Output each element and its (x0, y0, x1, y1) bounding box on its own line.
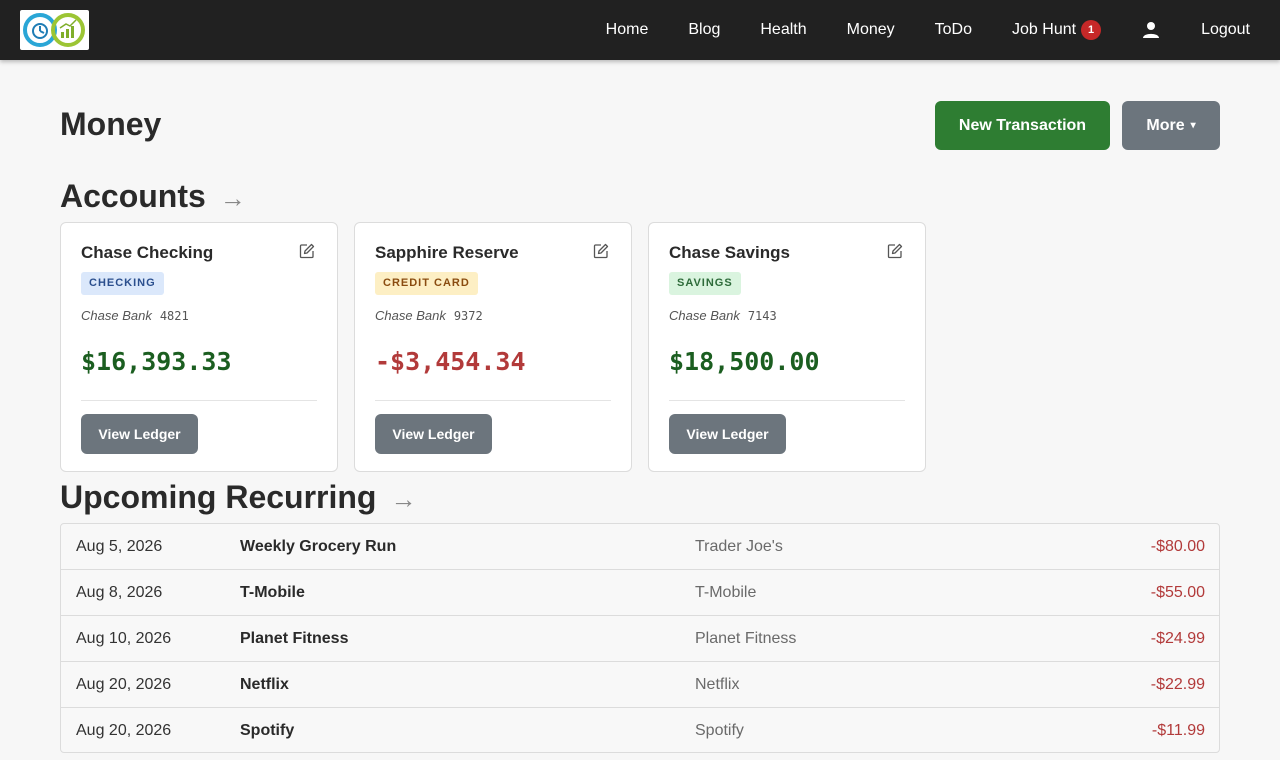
recurring-row[interactable]: Aug 20, 2026 Netflix Netflix -$22.99 (61, 662, 1219, 708)
recurring-amount: -$80.00 (1150, 538, 1205, 555)
nav-job-hunt[interactable]: Job Hunt 1 (992, 0, 1121, 60)
bank-info: Chase Bank 9372 (375, 308, 483, 323)
nav-blog[interactable]: Blog (668, 0, 740, 60)
edit-icon[interactable] (299, 243, 315, 259)
recurring-amount: -$22.99 (1150, 676, 1205, 693)
recurring-date: Aug 8, 2026 (76, 584, 163, 601)
bank-name: Chase Bank (375, 308, 446, 323)
account-balance: -$3,454.34 (375, 347, 526, 376)
recurring-title: Upcoming Recurring (60, 479, 377, 515)
account-card: Chase Checking CHECKING Chase Bank 4821 $… (60, 222, 338, 472)
nav-logout[interactable]: Logout (1181, 0, 1280, 60)
account-type-badge: CREDIT CARD (375, 272, 478, 295)
account-type-badge: SAVINGS (669, 272, 741, 295)
nav-money[interactable]: Money (827, 0, 915, 60)
user-icon[interactable] (1121, 0, 1181, 60)
account-card: Chase Savings SAVINGS Chase Bank 7143 $18… (648, 222, 926, 472)
edit-icon[interactable] (887, 243, 903, 259)
recurring-list: Aug 5, 2026 Weekly Grocery Run Trader Jo… (60, 523, 1220, 753)
nav-home[interactable]: Home (586, 0, 669, 60)
recurring-amount: -$11.99 (1151, 722, 1205, 739)
recurring-amount: -$55.00 (1150, 584, 1205, 601)
card-divider (375, 400, 611, 401)
view-ledger-button[interactable]: View Ledger (375, 414, 492, 454)
chevron-down-icon: ▾ (1190, 120, 1196, 131)
accounts-heading: Accounts → (60, 178, 246, 215)
more-button[interactable]: More ▾ (1122, 101, 1220, 150)
recurring-payee: Netflix (695, 676, 740, 693)
account-number: 4821 (159, 309, 189, 323)
account-name: Sapphire Reserve (375, 243, 519, 262)
recurring-date: Aug 5, 2026 (76, 538, 163, 555)
recurring-payee: Planet Fitness (695, 630, 797, 647)
recurring-name: Weekly Grocery Run (240, 538, 397, 555)
arrow-right-icon[interactable]: → (220, 183, 246, 214)
recurring-payee: Trader Joe's (695, 538, 783, 555)
recurring-date: Aug 10, 2026 (76, 630, 172, 647)
recurring-date: Aug 20, 2026 (76, 722, 172, 739)
card-divider (81, 400, 317, 401)
recurring-name: Spotify (240, 722, 295, 739)
account-balance: $16,393.33 (81, 347, 232, 376)
recurring-payee: Spotify (695, 722, 744, 739)
recurring-row[interactable]: Aug 5, 2026 Weekly Grocery Run Trader Jo… (61, 524, 1219, 570)
more-button-label: More (1146, 116, 1185, 134)
view-ledger-button[interactable]: View Ledger (669, 414, 786, 454)
view-ledger-button[interactable]: View Ledger (81, 414, 198, 454)
bank-info: Chase Bank 4821 (81, 308, 189, 323)
recurring-name: Netflix (240, 676, 289, 693)
nav-job-hunt-label: Job Hunt (1012, 21, 1077, 38)
recurring-amount: -$24.99 (1150, 630, 1205, 647)
recurring-name: T-Mobile (240, 584, 305, 601)
accounts-title: Accounts (60, 178, 206, 214)
recurring-date: Aug 20, 2026 (76, 676, 172, 693)
account-balance: $18,500.00 (669, 347, 820, 376)
nav-todo[interactable]: ToDo (915, 0, 992, 60)
edit-icon[interactable] (593, 243, 609, 259)
bank-name: Chase Bank (81, 308, 152, 323)
recurring-name: Planet Fitness (240, 630, 349, 647)
nav-health[interactable]: Health (740, 0, 826, 60)
account-name: Chase Savings (669, 243, 790, 262)
new-transaction-button[interactable]: New Transaction (935, 101, 1110, 150)
recurring-row[interactable]: Aug 20, 2026 Spotify Spotify -$11.99 (61, 708, 1219, 752)
account-number: 9372 (453, 309, 483, 323)
account-name: Chase Checking (81, 243, 214, 262)
bank-info: Chase Bank 7143 (669, 308, 777, 323)
account-type-badge: CHECKING (81, 272, 164, 295)
account-card: Sapphire Reserve CREDIT CARD Chase Bank 9… (354, 222, 632, 472)
logo-icon[interactable] (20, 10, 89, 50)
navbar: Home Blog Health Money ToDo Job Hunt 1 L… (0, 0, 1280, 60)
recurring-payee: T-Mobile (695, 584, 757, 601)
arrow-right-icon[interactable]: → (390, 484, 416, 515)
recurring-heading: Upcoming Recurring → (60, 479, 416, 516)
card-divider (669, 400, 905, 401)
recurring-row[interactable]: Aug 8, 2026 T-Mobile T-Mobile -$55.00 (61, 570, 1219, 616)
page-title: Money (60, 106, 162, 142)
nav-links: Home Blog Health Money ToDo Job Hunt 1 L… (586, 0, 1280, 60)
account-number: 7143 (747, 309, 777, 323)
recurring-row[interactable]: Aug 10, 2026 Planet Fitness Planet Fitne… (61, 616, 1219, 662)
notification-badge: 1 (1081, 20, 1102, 40)
bank-name: Chase Bank (669, 308, 740, 323)
